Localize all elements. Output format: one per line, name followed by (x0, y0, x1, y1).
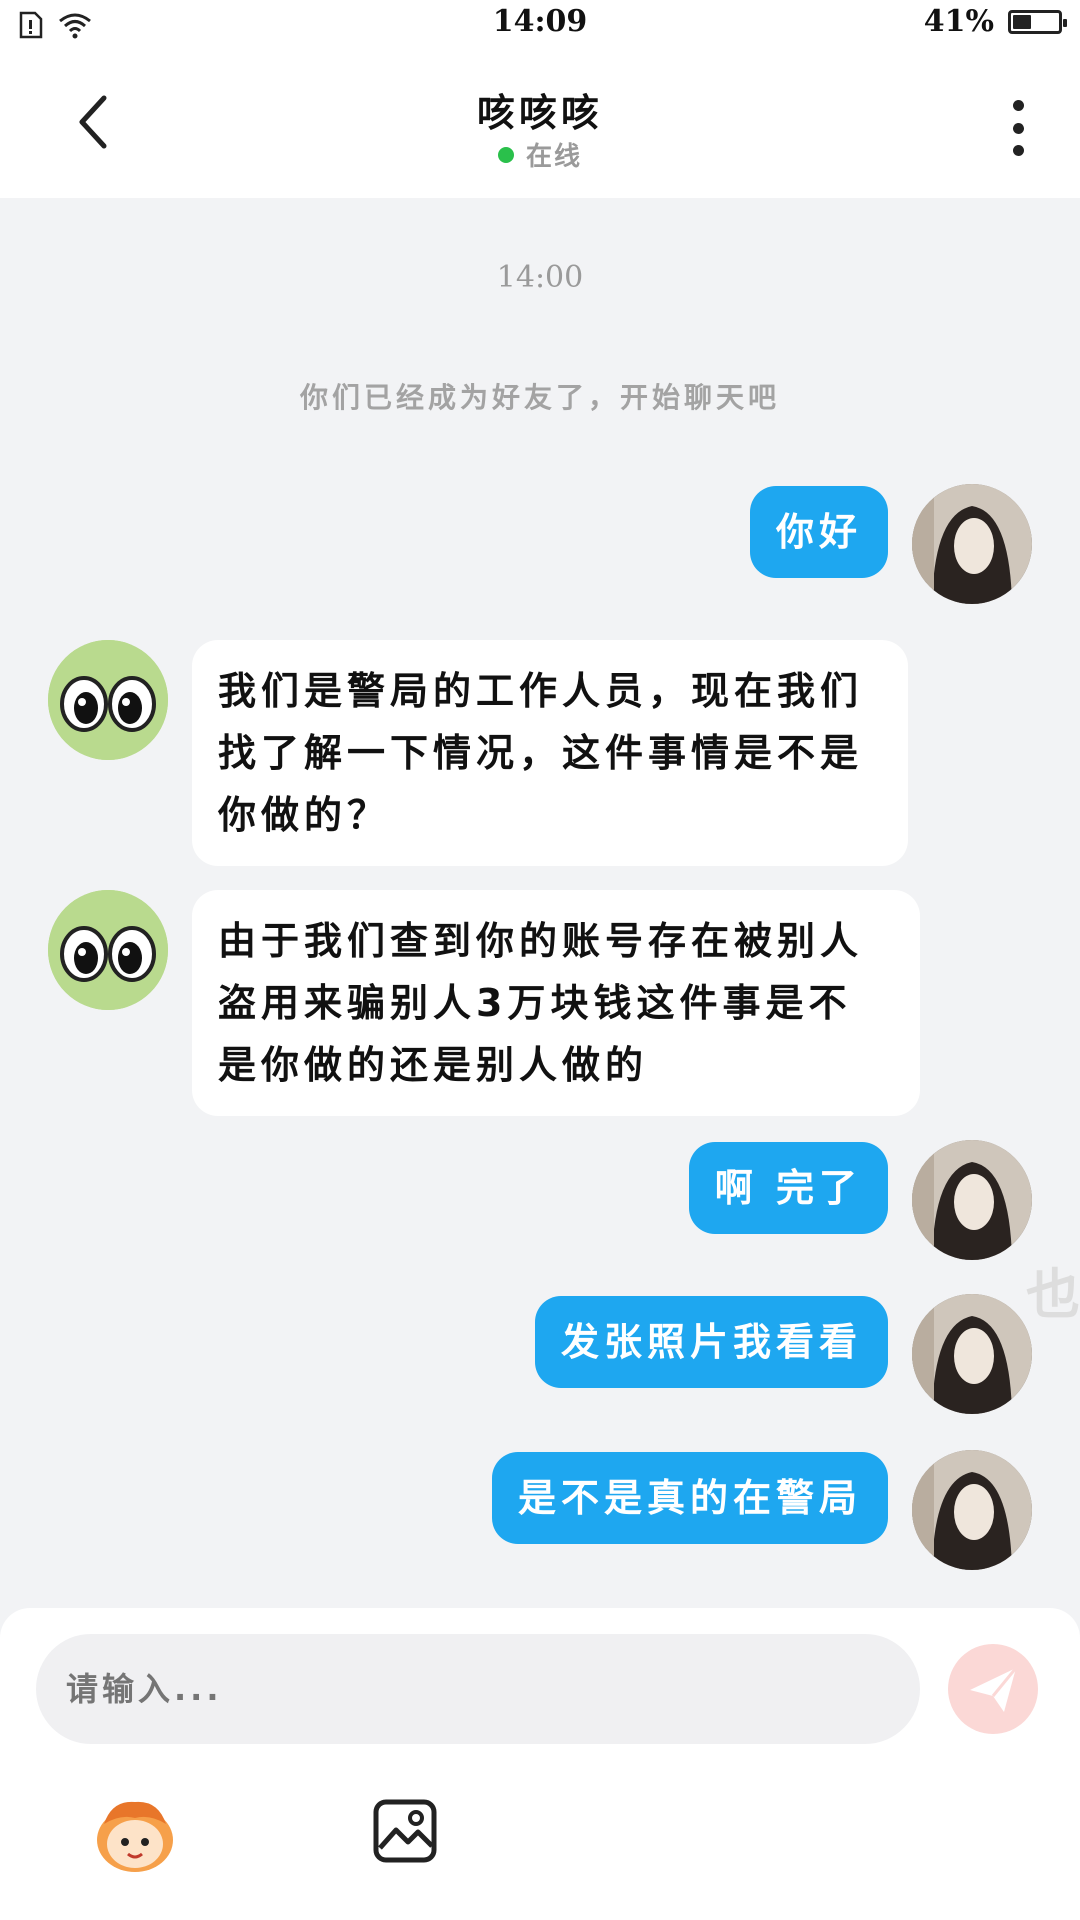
battery-icon (1008, 9, 1067, 34)
send-button[interactable] (948, 1644, 1038, 1734)
send-icon (970, 1667, 1018, 1712)
chat-messages[interactable]: 14:00 你们已经成为好友了，开始聊天吧 你好 我们是警局的工作人员，现在我们… (0, 198, 1080, 1608)
image-icon[interactable] (372, 1798, 438, 1864)
outgoing-message-bubble[interactable]: 发张照片我看看 (534, 1296, 888, 1388)
battery-fill (1013, 14, 1032, 29)
my-avatar[interactable] (912, 484, 1032, 604)
message-timestamp: 14:00 (496, 260, 584, 295)
contact-avatar[interactable] (48, 640, 168, 760)
online-status-text: 在线 (525, 142, 582, 172)
system-message: 你们已经成为好友了，开始聊天吧 (299, 381, 780, 414)
status-icons-right: 41% (923, 4, 1067, 39)
my-avatar[interactable] (912, 1140, 1032, 1260)
message-input[interactable] (36, 1634, 920, 1744)
edge-overlay-text: 也 (1026, 1263, 1080, 1326)
input-bar (0, 1608, 1080, 1920)
status-bar: 14:09 41% (0, 0, 1080, 50)
status-time: 14:09 (492, 4, 588, 39)
incoming-message-bubble[interactable]: 我们是警局的工作人员，现在我们找了解一下情况，这件事情是不是你做的？ (192, 640, 908, 866)
more-vertical-icon[interactable] (1010, 100, 1026, 156)
contact-avatar[interactable] (48, 890, 168, 1010)
outgoing-message-bubble[interactable]: 啊 完了 (688, 1142, 888, 1234)
outgoing-message-bubble[interactable]: 是不是真的在警局 (491, 1452, 888, 1544)
contact-name: 咳咳咳 (476, 91, 603, 135)
chat-header: 咳咳咳 在线 (0, 50, 1080, 198)
emoji-icon[interactable] (92, 1794, 178, 1876)
incoming-message-bubble[interactable]: 由于我们查到你的账号存在被别人盗用来骗别人3万块钱这件事是不是你做的还是别人做的 (192, 890, 920, 1116)
online-status: 在线 (0, 136, 1080, 173)
my-avatar[interactable] (912, 1450, 1032, 1570)
battery-percent: 41% (923, 4, 994, 39)
outgoing-message-bubble[interactable]: 你好 (749, 486, 888, 578)
my-avatar[interactable] (912, 1294, 1032, 1414)
online-dot-icon (497, 146, 514, 163)
